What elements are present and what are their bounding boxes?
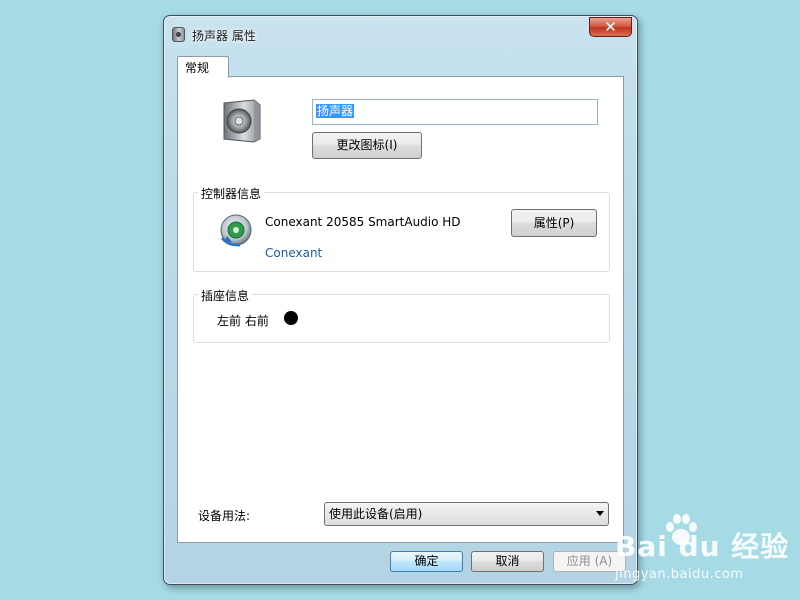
cancel-button[interactable]: 取消 bbox=[471, 551, 544, 572]
controller-name: Conexant 20585 SmartAudio HD bbox=[265, 215, 461, 229]
device-usage-label: 设备用法: bbox=[198, 509, 251, 523]
device-usage-value: 使用此设备(启用) bbox=[329, 507, 423, 521]
speaker-icon bbox=[223, 99, 261, 143]
close-button[interactable]: ✕ bbox=[589, 17, 632, 37]
speaker-title-icon bbox=[172, 27, 185, 42]
device-name-input[interactable]: 扬声器 bbox=[312, 99, 598, 125]
controller-properties-button[interactable]: 属性(P) bbox=[511, 209, 597, 237]
audio-driver-icon bbox=[220, 214, 252, 247]
controller-vendor-link[interactable]: Conexant bbox=[265, 246, 322, 260]
window-title: 扬声器 属性 bbox=[192, 29, 256, 43]
device-name-text: 扬声器 bbox=[316, 104, 355, 118]
chevron-down-icon bbox=[596, 511, 604, 516]
jack-positions: 左前 右前 bbox=[217, 314, 269, 328]
ok-button[interactable]: 确定 bbox=[390, 551, 463, 572]
jack-color-indicator bbox=[284, 311, 298, 325]
title-bar[interactable]: 扬声器 属性 ✕ bbox=[164, 16, 637, 52]
watermark-url: jingyan.baidu.com bbox=[615, 567, 744, 582]
tab-general[interactable]: 常规 bbox=[177, 56, 229, 78]
change-icon-button[interactable]: 更改图标(I) bbox=[312, 132, 422, 159]
watermark-main: Bai du 经验 bbox=[615, 530, 790, 563]
device-usage-dropdown[interactable]: 使用此设备(启用) bbox=[324, 502, 609, 526]
baidu-watermark: Bai du 经验 jingyan.baidu.com bbox=[615, 525, 789, 582]
jack-info-label: 插座信息 bbox=[198, 287, 253, 304]
controller-info-label: 控制器信息 bbox=[198, 185, 265, 202]
